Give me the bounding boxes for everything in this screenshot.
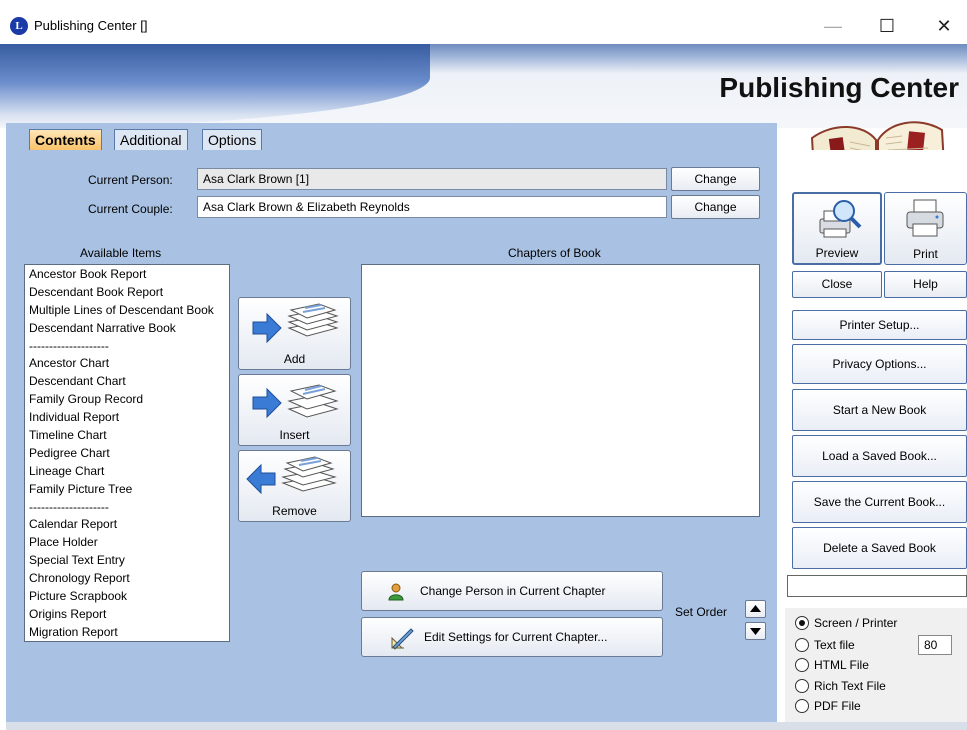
current-person-field: Asa Clark Brown [1]	[197, 168, 667, 190]
edit-settings-chapter-label: Edit Settings for Current Chapter...	[424, 630, 608, 644]
person-icon	[388, 583, 404, 601]
delete-saved-book-button[interactable]: Delete a Saved Book	[792, 527, 967, 569]
list-item[interactable]: Migration Report	[25, 624, 229, 641]
insert-button-label: Insert	[279, 428, 310, 442]
chapters-header: Chapters of Book	[508, 246, 601, 260]
printer-setup-button[interactable]: Printer Setup...	[792, 310, 967, 340]
preview-button[interactable]: Preview	[792, 192, 882, 265]
move-up-button[interactable]	[745, 600, 766, 618]
maximize-button[interactable]: ☐	[864, 10, 910, 42]
list-item[interactable]: Descendant Chart	[25, 373, 229, 391]
preview-label: Preview	[815, 246, 859, 260]
edit-settings-chapter-button[interactable]: Edit Settings for Current Chapter...	[361, 617, 663, 657]
move-down-button[interactable]	[745, 622, 766, 640]
list-item[interactable]: Place Holder	[25, 534, 229, 552]
list-item[interactable]: Descendant Book Report	[25, 284, 229, 302]
available-items-header: Available Items	[80, 246, 162, 260]
insert-pages-icon	[252, 384, 339, 419]
list-item[interactable]: Calendar Report	[25, 516, 229, 534]
list-item[interactable]: Ancestor Book Report	[25, 266, 229, 284]
tab-contents[interactable]: Contents	[29, 129, 102, 152]
radio-rich-text-file[interactable]: Rich Text File	[795, 676, 886, 696]
radio-screen-printer-label: Screen / Printer	[814, 616, 898, 630]
save-current-book-button[interactable]: Save the Current Book...	[792, 481, 967, 523]
printer-icon	[906, 199, 944, 237]
load-saved-book-button[interactable]: Load a Saved Book...	[792, 435, 967, 477]
privacy-options-button[interactable]: Privacy Options...	[792, 344, 967, 384]
chapters-list[interactable]	[361, 264, 760, 517]
list-item[interactable]: --------------------	[25, 499, 229, 517]
current-person-label: Current Person:	[88, 173, 173, 187]
help-button[interactable]: Help	[884, 271, 967, 298]
set-order-label: Set Order	[675, 605, 728, 619]
radio-dot	[795, 657, 809, 672]
remove-button[interactable]: Remove	[238, 450, 351, 522]
close-window-button[interactable]: ✕	[921, 10, 967, 42]
list-item[interactable]: Family Group Record	[25, 391, 229, 409]
add-button[interactable]: Add	[238, 297, 351, 370]
magnifier-printer-icon	[819, 200, 862, 238]
available-items-list[interactable]: Ancestor Book Report Descendant Book Repo…	[24, 264, 230, 642]
list-item[interactable]: Chronology Report	[25, 570, 229, 588]
radio-dot	[795, 615, 809, 630]
radio-dot	[795, 637, 809, 652]
list-item[interactable]: Multiple Lines of Descendant Book	[25, 302, 229, 320]
change-person-chapter-button[interactable]: Change Person in Current Chapter	[361, 571, 663, 611]
radio-screen-printer[interactable]: Screen / Printer	[795, 613, 897, 633]
radio-pdf-file-label: PDF File	[814, 699, 861, 713]
text-width-input[interactable]: 80	[918, 635, 952, 655]
current-couple-field: Asa Clark Brown & Elizabeth Reynolds	[197, 196, 667, 218]
page-title: Publishing Center	[719, 72, 959, 103]
list-item[interactable]: Ancestor Chart	[25, 355, 229, 373]
list-item[interactable]: Individual Report	[25, 409, 229, 427]
list-item[interactable]: Pedigree Chart	[25, 445, 229, 463]
list-item[interactable]: Origins Report	[25, 606, 229, 624]
radio-dot	[795, 698, 809, 713]
radio-text-file-label: Text file	[814, 638, 855, 652]
radio-html-file-label: HTML File	[814, 658, 869, 672]
ruler-pencil-icon	[391, 628, 414, 650]
bottom-border	[6, 722, 967, 730]
list-item[interactable]: Timeline Chart	[25, 427, 229, 445]
app-logo-icon: L	[10, 17, 28, 35]
change-couple-button[interactable]: Change	[671, 195, 760, 219]
triangle-down-icon	[750, 628, 761, 635]
list-item[interactable]: Family Picture Tree	[25, 481, 229, 499]
change-person-chapter-label: Change Person in Current Chapter	[420, 584, 606, 598]
list-item[interactable]: Lineage Chart	[25, 463, 229, 481]
insert-button[interactable]: Insert	[238, 374, 351, 446]
remove-button-label: Remove	[272, 504, 317, 518]
print-button[interactable]: Print	[884, 192, 967, 265]
list-item[interactable]: --------------------	[25, 338, 229, 356]
tab-additional[interactable]: Additional	[114, 129, 188, 152]
triangle-up-icon	[750, 605, 761, 612]
list-item[interactable]: Special Text Entry	[25, 552, 229, 570]
remove-pages-icon	[246, 456, 337, 495]
window-title: Publishing Center []	[34, 18, 148, 33]
radio-rich-text-file-label: Rich Text File	[814, 679, 886, 693]
status-field	[787, 575, 967, 597]
current-couple-label: Current Couple:	[88, 202, 173, 216]
tab-options[interactable]: Options	[202, 129, 263, 152]
add-pages-icon	[252, 303, 339, 344]
radio-text-file[interactable]: Text file	[795, 635, 855, 655]
start-new-book-button[interactable]: Start a New Book	[792, 389, 967, 431]
radio-pdf-file[interactable]: PDF File	[795, 696, 861, 716]
close-button[interactable]: Close	[792, 271, 882, 298]
list-item[interactable]: Descendant Narrative Book	[25, 320, 229, 338]
add-button-label: Add	[283, 352, 306, 366]
change-person-button[interactable]: Change	[671, 167, 760, 191]
radio-html-file[interactable]: HTML File	[795, 655, 869, 675]
radio-dot	[795, 678, 809, 693]
print-label: Print	[913, 247, 938, 261]
minimize-button[interactable]: —	[810, 10, 856, 42]
list-item[interactable]: Picture Scrapbook	[25, 588, 229, 606]
